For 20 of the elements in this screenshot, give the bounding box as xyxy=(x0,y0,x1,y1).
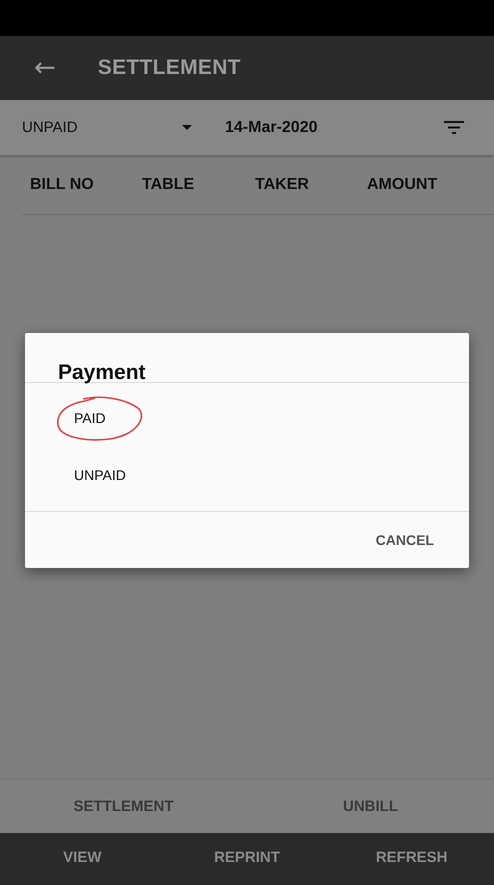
payment-option[interactable]: PAID xyxy=(25,389,469,446)
column-header: BILL NO xyxy=(29,176,95,194)
column-header: TABLE xyxy=(142,176,196,194)
filter-button[interactable] xyxy=(444,121,464,134)
action-button[interactable]: REFRESH xyxy=(329,833,494,885)
back-button[interactable]: ← xyxy=(34,53,56,83)
payment-option[interactable]: UNPAID xyxy=(25,446,469,503)
column-header: AMOUNT xyxy=(367,176,438,194)
filter-icon xyxy=(444,121,464,134)
action-button[interactable]: REPRINT xyxy=(164,833,330,885)
status-dropdown[interactable]: UNPAID xyxy=(0,119,192,136)
dialog-title: Payment xyxy=(58,361,146,385)
tab[interactable]: UNBILL xyxy=(247,780,494,833)
cancel-button[interactable]: CANCEL xyxy=(376,526,434,554)
caret-icon xyxy=(182,125,192,130)
tab[interactable]: SETTLEMENT xyxy=(0,780,247,833)
screen-title: SETTLEMENT xyxy=(98,56,241,80)
action-button[interactable]: VIEW xyxy=(0,833,165,885)
column-header: TAKER xyxy=(255,176,310,194)
date-label: 14-Mar-2020 xyxy=(225,118,318,136)
